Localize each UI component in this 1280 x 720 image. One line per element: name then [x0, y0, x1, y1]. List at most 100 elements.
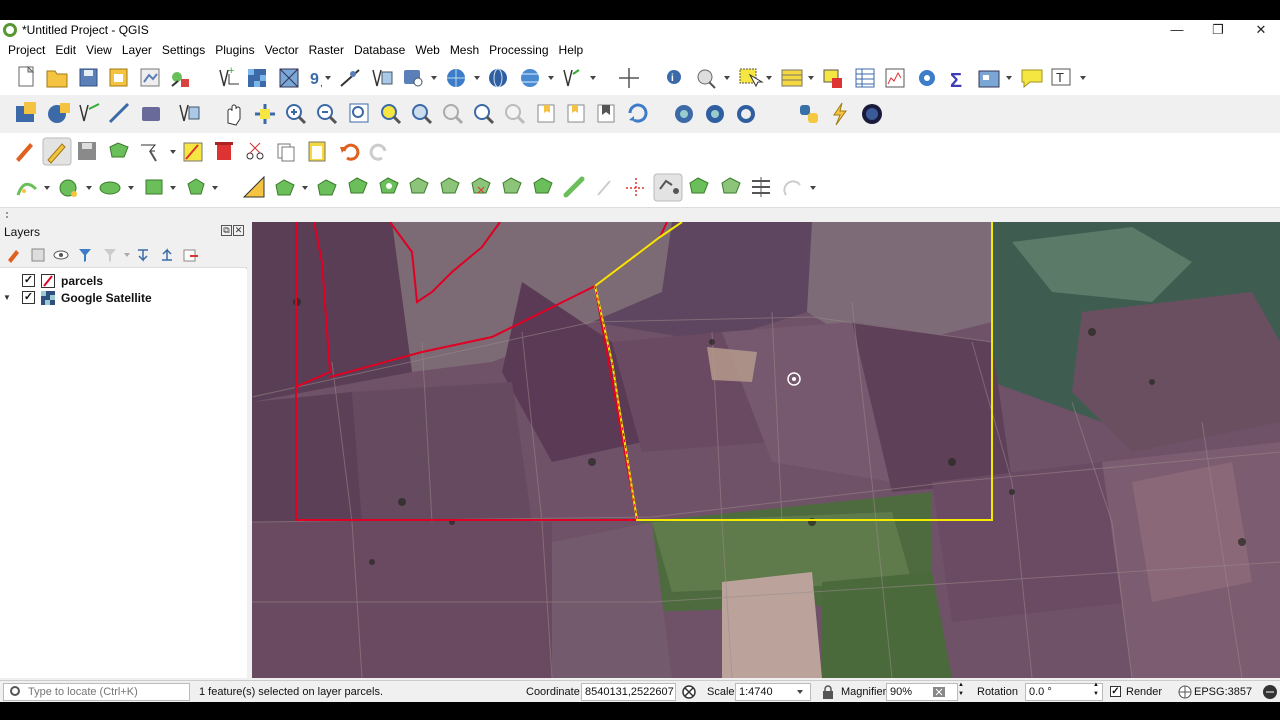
statistics-icon[interactable]: Σ	[950, 70, 962, 92]
dropdown-arrow[interactable]	[86, 186, 92, 190]
reshape-features-icon[interactable]	[533, 177, 553, 194]
deselect-icon[interactable]	[823, 69, 842, 88]
add-spatialite-icon[interactable]	[372, 69, 393, 87]
menu-settings[interactable]: Settings	[157, 43, 210, 57]
pan-to-selection-icon[interactable]	[255, 104, 275, 124]
new-project-icon[interactable]	[18, 65, 35, 87]
add-ellipse-icon[interactable]	[99, 181, 121, 195]
remove-layer-icon[interactable]	[183, 249, 198, 262]
add-regular-polygon-icon[interactable]	[187, 178, 205, 195]
edit-attributes-icon[interactable]	[183, 142, 203, 162]
toggle-extents-icon[interactable]	[681, 684, 697, 700]
identify-icon[interactable]: i	[667, 70, 681, 84]
expand-all-icon[interactable]	[138, 249, 148, 262]
filter-by-expression-icon[interactable]	[104, 249, 116, 262]
copy-features-icon[interactable]	[277, 143, 295, 162]
dropdown-arrow[interactable]	[1006, 76, 1012, 80]
render-checkbox[interactable]: ✓	[1110, 686, 1121, 697]
dropdown-arrow[interactable]	[766, 76, 772, 80]
close-panel-button[interactable]: ✕	[233, 225, 244, 236]
float-panel-button[interactable]: ⧉	[221, 225, 232, 236]
menu-vector[interactable]: Vector	[260, 43, 304, 57]
qms-search-icon[interactable]	[706, 105, 724, 123]
menu-help[interactable]: Help	[554, 43, 589, 57]
locator-bar[interactable]	[3, 683, 190, 701]
add-rectangle-icon[interactable]	[145, 179, 163, 195]
python-console-icon[interactable]	[800, 105, 818, 123]
rotate-feature-icon[interactable]	[317, 179, 337, 196]
dropdown-arrow[interactable]	[170, 150, 176, 154]
magnifier-spinner[interactable]	[957, 682, 967, 701]
add-virtual-layer-icon[interactable]	[404, 70, 423, 87]
undo-icon[interactable]	[340, 143, 360, 161]
dropdown-arrow[interactable]	[431, 76, 437, 80]
cut-features-icon[interactable]	[246, 142, 264, 160]
add-part-icon[interactable]	[409, 177, 429, 194]
zoom-to-selection-icon[interactable]	[381, 104, 402, 125]
menu-database[interactable]: Database	[349, 43, 410, 57]
locator-input[interactable]	[28, 685, 186, 699]
new-bookmark-icon[interactable]	[537, 104, 555, 123]
filter-legend-icon[interactable]	[79, 249, 91, 262]
crosshair-icon[interactable]	[619, 68, 639, 88]
field-calculator-icon[interactable]	[885, 68, 905, 88]
dropdown-arrow[interactable]	[44, 186, 50, 190]
offset-point-symbols-icon[interactable]	[752, 177, 770, 197]
add-wfs-icon[interactable]	[489, 68, 507, 88]
digitize-with-segment-icon[interactable]	[242, 175, 265, 198]
minimize-button[interactable]: —	[1154, 20, 1200, 40]
save-as-icon[interactable]	[109, 68, 128, 87]
pan-icon[interactable]	[227, 104, 241, 126]
add-circular-string-icon[interactable]	[16, 182, 38, 196]
plugin-lightning-icon[interactable]	[833, 102, 847, 126]
select-features-icon[interactable]	[739, 68, 764, 88]
manage-map-themes-icon[interactable]	[53, 250, 69, 260]
toolbar-grip[interactable]	[6, 212, 10, 218]
vertex-tool-icon[interactable]	[141, 144, 157, 162]
qms-settings-icon[interactable]	[737, 105, 755, 123]
coordinate-field[interactable]: 8540131,2522607	[581, 683, 676, 701]
redo-icon[interactable]	[369, 143, 387, 161]
print-layout-icon[interactable]	[140, 68, 160, 87]
restore-button[interactable]: ❐	[1195, 20, 1241, 40]
dropdown-arrow[interactable]	[124, 253, 130, 257]
add-vector-layer-icon[interactable]	[79, 103, 100, 122]
quickmapservices-icon[interactable]	[675, 105, 693, 123]
lock-icon[interactable]	[822, 685, 834, 699]
data-source-manager-icon[interactable]	[16, 102, 36, 122]
annotation-icon[interactable]	[1021, 69, 1043, 89]
zoom-last-icon[interactable]	[474, 104, 495, 125]
layer-visibility-checkbox[interactable]: ✓	[22, 291, 35, 304]
add-circle-icon[interactable]	[59, 179, 77, 197]
menu-project[interactable]: Project	[3, 43, 50, 57]
crs-globe-icon[interactable]	[1178, 685, 1192, 699]
measure-icon[interactable]	[697, 69, 716, 89]
add-group-icon[interactable]	[31, 248, 45, 262]
dropdown-arrow[interactable]	[474, 76, 480, 80]
menu-mesh[interactable]: Mesh	[445, 43, 484, 57]
add-wkt-icon[interactable]	[179, 104, 200, 122]
rotate-point-symbols-icon[interactable]	[721, 177, 741, 194]
text-annotation-icon[interactable]: T	[1051, 68, 1071, 86]
layer-visibility-checkbox[interactable]: ✓	[22, 274, 35, 287]
magnifier-field[interactable]: 90%	[886, 683, 958, 701]
add-delimited-text-icon[interactable]: 9,	[310, 71, 323, 89]
add-raster-icon[interactable]	[248, 69, 266, 87]
menu-edit[interactable]: Edit	[50, 43, 81, 57]
dropdown-arrow[interactable]	[1080, 76, 1086, 80]
digitize-icon[interactable]	[108, 102, 130, 124]
zoom-in-icon[interactable]	[286, 104, 307, 125]
dropdown-arrow[interactable]	[724, 76, 730, 80]
close-button[interactable]: ✕	[1238, 20, 1280, 40]
dropdown-arrow[interactable]	[808, 76, 814, 80]
save-edits-icon[interactable]	[78, 142, 96, 160]
add-ring-icon[interactable]	[379, 177, 399, 194]
delete-ring-icon[interactable]	[471, 177, 491, 194]
style-manager-icon[interactable]	[171, 72, 189, 87]
globe-icon[interactable]	[862, 104, 882, 124]
add-oracle-icon[interactable]	[142, 107, 160, 121]
dropdown-arrow[interactable]	[797, 690, 803, 694]
dropdown-arrow[interactable]	[128, 186, 134, 190]
menu-view[interactable]: View	[81, 43, 117, 57]
add-postgis-icon[interactable]	[48, 103, 70, 123]
